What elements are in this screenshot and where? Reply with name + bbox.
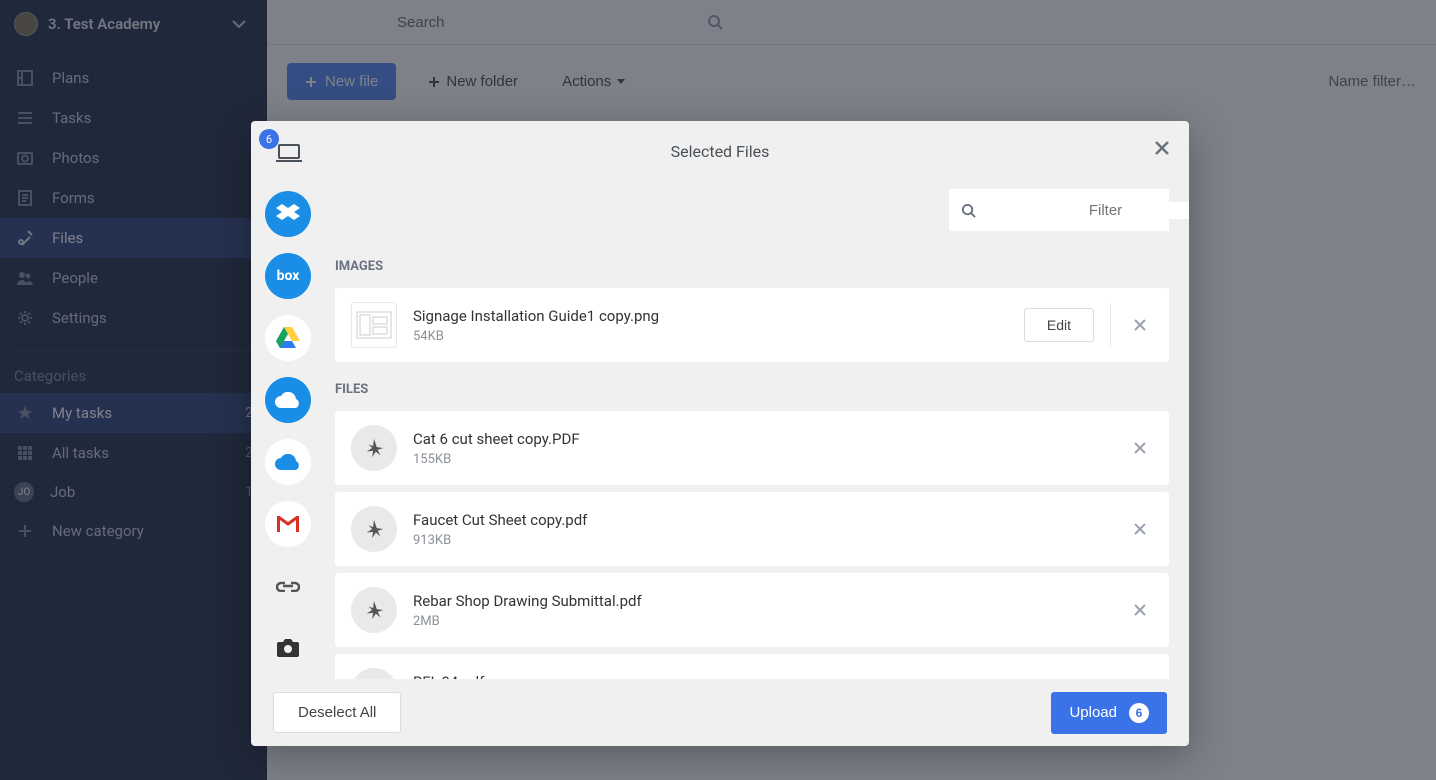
file-name: Cat 6 cut sheet copy.PDF — [413, 430, 1111, 448]
images-section-label: IMAGES — [335, 259, 1169, 274]
file-row: Faucet Cut Sheet copy.pdf 913KB — [335, 492, 1169, 566]
file-name: Rebar Shop Drawing Submittal.pdf — [413, 592, 1111, 610]
divider — [1110, 303, 1111, 347]
file-row: RFI_04.pdf492KB — [335, 654, 1169, 679]
selected-count-badge: 6 — [259, 129, 279, 149]
remove-icon[interactable] — [1127, 518, 1153, 540]
file-size: 155KB — [413, 452, 1111, 467]
source-dropbox[interactable] — [265, 191, 311, 237]
source-link[interactable] — [265, 563, 311, 609]
onedrive-outline-icon — [275, 454, 301, 470]
filter-input[interactable] — [1006, 202, 1189, 219]
camera-icon — [276, 638, 300, 658]
selected-files-area[interactable]: IMAGES Signage Installation Guide1 copy.… — [325, 181, 1189, 679]
file-name: Signage Installation Guide1 copy.png — [413, 307, 1008, 325]
dropbox-icon — [276, 204, 300, 224]
source-gmail[interactable] — [265, 501, 311, 547]
modal-header: Selected Files — [251, 121, 1189, 181]
onedrive-solid-icon — [275, 392, 301, 408]
image-thumbnail — [351, 302, 397, 348]
remove-icon[interactable] — [1127, 314, 1153, 336]
source-onedrive-solid[interactable] — [265, 377, 311, 423]
pdf-icon — [351, 668, 397, 679]
source-camera[interactable] — [265, 625, 311, 671]
pdf-icon — [351, 587, 397, 633]
file-size: 913KB — [413, 533, 1111, 548]
close-icon[interactable] — [1153, 139, 1171, 157]
source-onedrive-outline[interactable] — [265, 439, 311, 485]
deselect-all-button[interactable]: Deselect All — [273, 692, 401, 733]
file-row: Cat 6 cut sheet copy.PDF 155KB — [335, 411, 1169, 485]
link-icon — [276, 580, 300, 592]
gmail-icon — [277, 516, 299, 532]
upload-modal: 6 Selected Files box IMAGES Signage Inst… — [251, 121, 1189, 746]
gdrive-icon — [276, 327, 300, 349]
file-row: Signage Installation Guide1 copy.png 54KB… — [335, 288, 1169, 362]
file-size: 54KB — [413, 329, 1008, 344]
remove-icon[interactable] — [1127, 437, 1153, 459]
file-row: Rebar Shop Drawing Submittal.pdf 2MB — [335, 573, 1169, 647]
upload-count-badge: 6 — [1129, 703, 1149, 723]
files-section-label: FILES — [335, 382, 1169, 397]
filter-box — [949, 189, 1169, 231]
file-size: 2MB — [413, 614, 1111, 629]
remove-icon[interactable] — [1127, 599, 1153, 621]
pdf-icon — [351, 425, 397, 471]
file-name: Faucet Cut Sheet copy.pdf — [413, 511, 1111, 529]
edit-button[interactable]: Edit — [1024, 308, 1094, 342]
pdf-icon — [351, 506, 397, 552]
modal-footer: Deselect All Upload 6 — [251, 679, 1189, 746]
source-gdrive[interactable] — [265, 315, 311, 361]
box-icon: box — [277, 268, 300, 284]
upload-button[interactable]: Upload 6 — [1051, 692, 1167, 734]
upload-label: Upload — [1069, 704, 1117, 721]
modal-title: Selected Files — [251, 142, 1189, 161]
source-box[interactable]: box — [265, 253, 311, 299]
source-list: box — [251, 181, 325, 679]
search-icon — [961, 203, 976, 218]
